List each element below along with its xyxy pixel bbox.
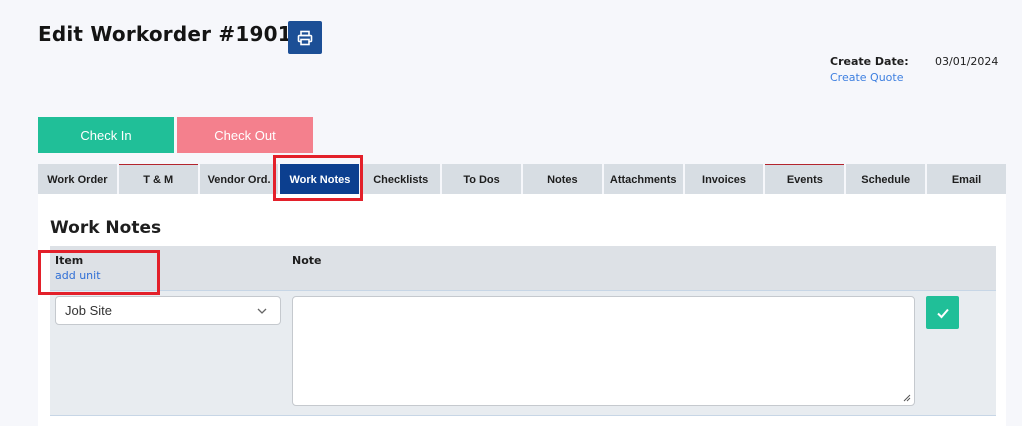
chevron-down-icon — [257, 308, 267, 314]
save-note-button[interactable] — [926, 296, 959, 329]
tab-vendor-orders[interactable]: Vendor Ord. — [199, 164, 279, 194]
tab-notes[interactable]: Notes — [522, 164, 602, 194]
section-title: Work Notes — [50, 218, 162, 238]
tab-schedule[interactable]: Schedule — [846, 164, 926, 194]
printer-icon — [297, 30, 313, 45]
column-header-item: Item — [55, 254, 84, 267]
create-quote-link[interactable]: Create Quote — [830, 71, 904, 84]
check-out-button[interactable]: Check Out — [177, 117, 313, 153]
page-title: Edit Workorder #190106 — [38, 22, 321, 46]
tab-work-notes[interactable]: Work Notes — [280, 164, 360, 194]
tab-attachments[interactable]: Attachments — [603, 164, 683, 194]
tab-events[interactable]: Events — [765, 164, 845, 194]
item-select[interactable]: Job Site — [55, 296, 281, 325]
tab-invoices[interactable]: Invoices — [684, 164, 764, 194]
tab-to-dos[interactable]: To Dos — [442, 164, 521, 194]
tab-work-order[interactable]: Work Order — [38, 164, 117, 194]
tab-bar: Work Order T & M Vendor Ord. Work Notes … — [38, 164, 1006, 194]
item-select-value: Job Site — [65, 303, 112, 318]
add-unit-link[interactable]: add unit — [55, 269, 101, 282]
resize-handle-icon[interactable] — [901, 392, 911, 402]
note-textarea[interactable] — [292, 296, 915, 406]
checkmark-icon — [936, 308, 949, 318]
table-header — [50, 246, 996, 290]
column-header-note: Note — [292, 254, 322, 267]
check-in-button[interactable]: Check In — [38, 117, 174, 153]
print-button[interactable] — [288, 21, 322, 54]
tab-t-and-m[interactable]: T & M — [118, 164, 198, 194]
tab-checklists[interactable]: Checklists — [361, 164, 441, 194]
tab-email[interactable]: Email — [927, 164, 1006, 194]
create-date-label: Create Date: — [830, 55, 909, 68]
create-date-value: 03/01/2024 — [935, 55, 999, 68]
